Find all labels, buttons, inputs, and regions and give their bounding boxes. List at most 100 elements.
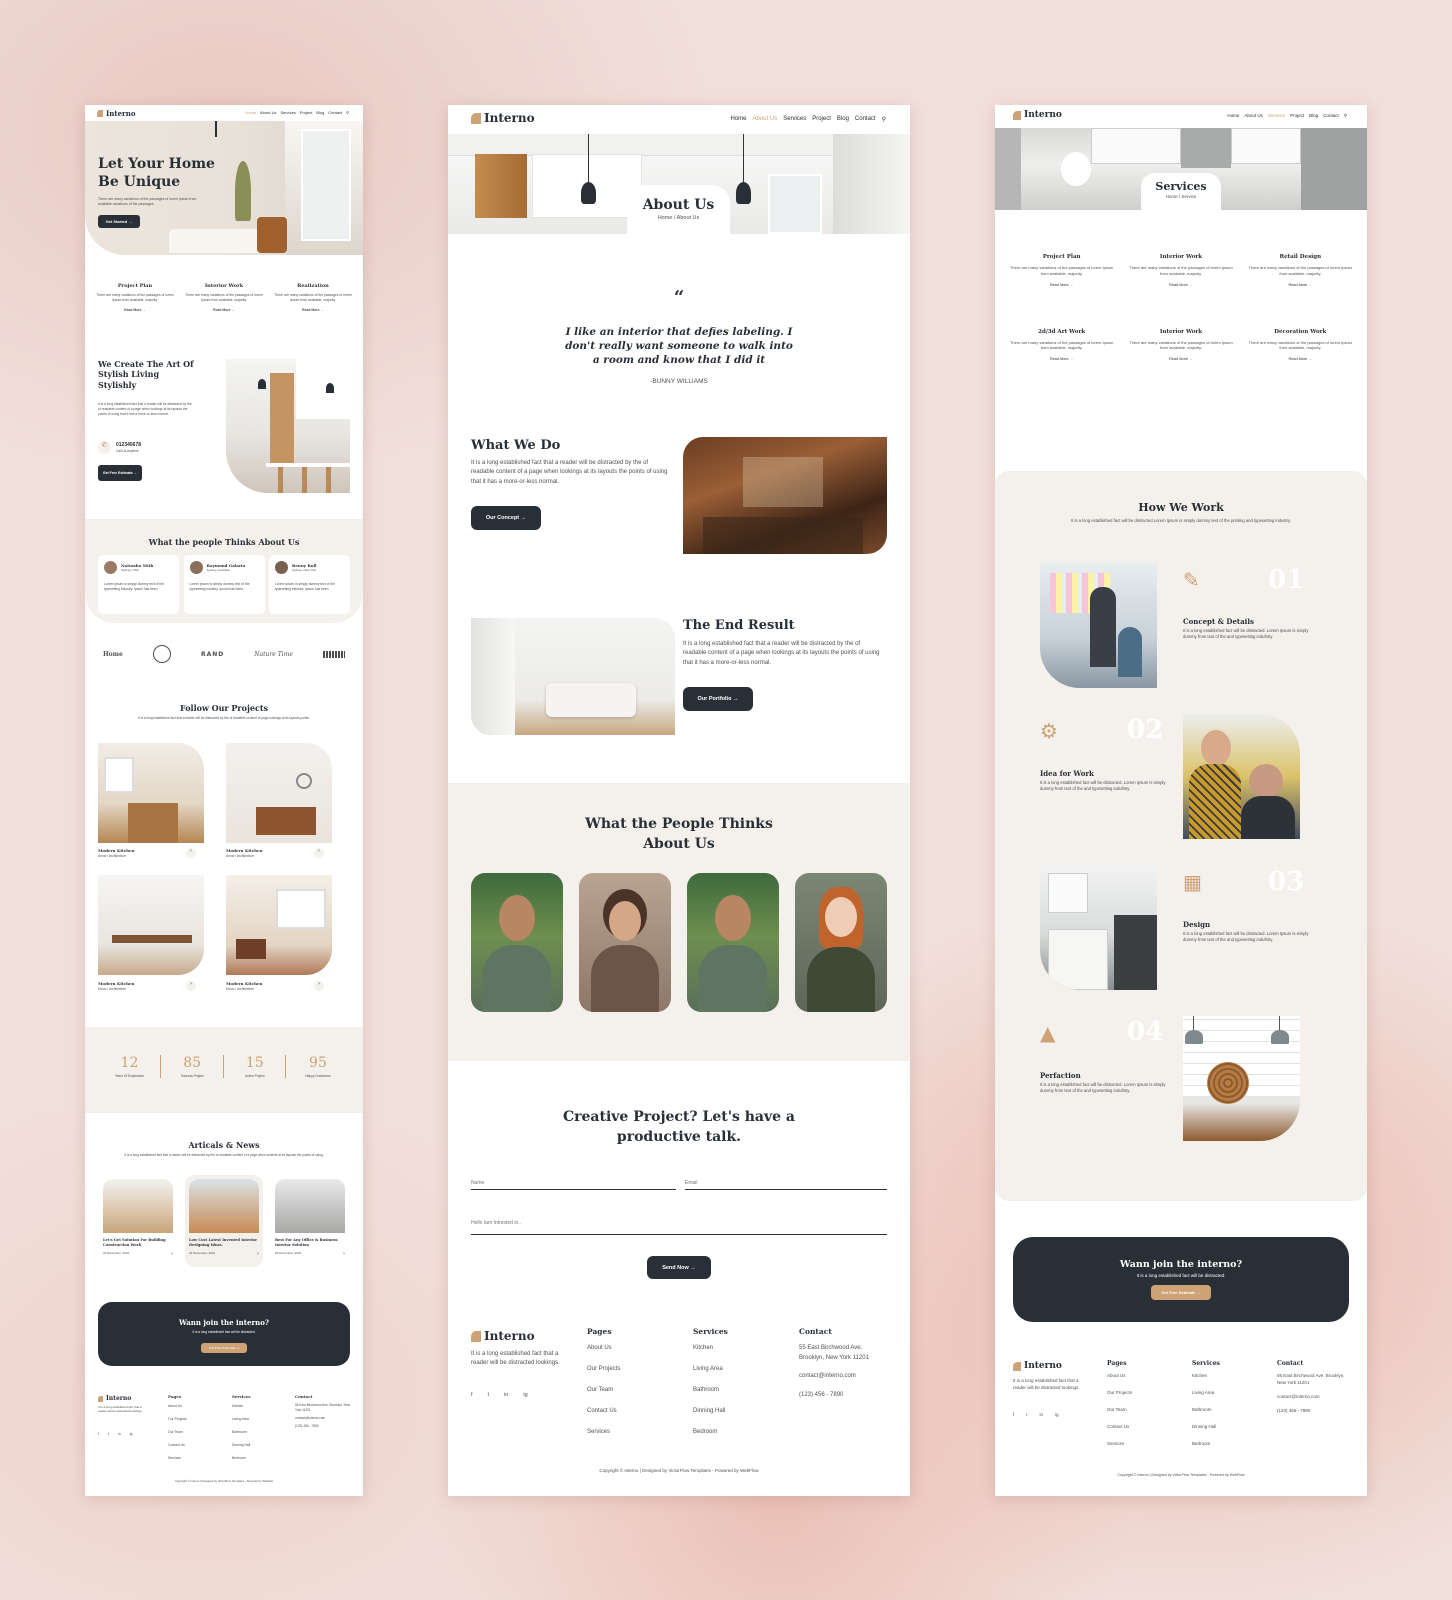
footer-link[interactable]: Our Team	[587, 1380, 620, 1401]
footer-email[interactable]: contact@interno.com	[799, 1372, 887, 1382]
read-more-link[interactable]: Read More →	[95, 308, 175, 312]
footer-link[interactable]: Services	[587, 1422, 620, 1443]
nav-project[interactable]: Project	[812, 116, 831, 123]
footer-link[interactable]: Bedroom	[1192, 1435, 1220, 1452]
team-photo[interactable]	[471, 873, 563, 1012]
footer-link[interactable]: Services	[1107, 1435, 1132, 1452]
twitter-icon[interactable]: t	[1026, 1412, 1027, 1417]
read-more-link[interactable]: Read More →	[1128, 283, 1233, 287]
project-arrow-button[interactable]: ›	[186, 981, 196, 991]
name-field[interactable]	[471, 1176, 676, 1190]
footer-link[interactable]: Bathroom	[232, 1426, 251, 1439]
project-arrow-button[interactable]: ›	[186, 848, 196, 858]
nav-home[interactable]: Home	[1227, 113, 1239, 119]
footer-link[interactable]: Bedroom	[693, 1422, 728, 1443]
footer-logo[interactable]: Interno	[98, 1395, 131, 1402]
footer-link[interactable]: Our Team	[1107, 1401, 1132, 1418]
read-more-link[interactable]: Read More →	[1009, 357, 1114, 361]
footer-link[interactable]: Our Projects	[587, 1359, 620, 1380]
arrow-right-icon[interactable]: ›	[171, 1251, 173, 1257]
read-more-link[interactable]: Read More →	[1248, 283, 1353, 287]
read-more-link[interactable]: Read More →	[184, 308, 264, 312]
footer-link[interactable]: Dinning Hall	[232, 1439, 251, 1452]
nav-services[interactable]: Services	[1268, 113, 1285, 119]
project-image[interactable]	[98, 875, 204, 975]
footer-logo[interactable]: Interno	[471, 1329, 535, 1343]
footer-link[interactable]: Kitchen	[1192, 1367, 1220, 1384]
nav-services[interactable]: Services	[280, 110, 295, 115]
footer-link[interactable]: Bedroom	[232, 1452, 251, 1465]
footer-link[interactable]: Kitchen	[693, 1338, 728, 1359]
nav-home[interactable]: Home	[730, 116, 746, 123]
nav-about[interactable]: About Us	[260, 110, 276, 115]
nav-contact[interactable]: Contact	[855, 116, 876, 123]
read-more-link[interactable]: Read More →	[1009, 283, 1114, 287]
search-icon[interactable]: ⚲	[882, 116, 886, 123]
send-now-button[interactable]: Send Now →	[647, 1256, 711, 1279]
nav-services[interactable]: Services	[783, 116, 806, 123]
message-field[interactable]	[471, 1211, 887, 1235]
footer-email[interactable]: contact@interno.com	[295, 1416, 351, 1421]
brand-logo[interactable]: Interno	[1013, 110, 1062, 120]
project-arrow-button[interactable]: ›	[314, 981, 324, 991]
footer-link[interactable]: Living Area	[693, 1359, 728, 1380]
arrow-right-icon[interactable]: ›	[257, 1251, 259, 1257]
footer-link[interactable]: Dinning Hall	[693, 1401, 728, 1422]
linkedin-icon[interactable]: in	[1040, 1412, 1044, 1417]
arrow-right-icon[interactable]: ›	[343, 1251, 345, 1257]
linkedin-icon[interactable]: in	[504, 1392, 508, 1398]
team-photo[interactable]	[795, 873, 887, 1012]
footer-link[interactable]: Kitchen	[232, 1400, 251, 1413]
project-image[interactable]	[98, 743, 204, 843]
nav-home[interactable]: Home	[245, 110, 256, 115]
footer-phone[interactable]: (123) 456 - 7890	[1277, 1408, 1351, 1415]
brand-logo[interactable]: Interno	[471, 111, 535, 125]
footer-link[interactable]: About Us	[168, 1400, 187, 1413]
nav-contact[interactable]: Contact	[328, 110, 342, 115]
nav-about[interactable]: About Us	[753, 116, 778, 123]
facebook-icon[interactable]: f	[1013, 1412, 1014, 1417]
nav-about[interactable]: About Us	[1244, 113, 1263, 119]
brand-logo[interactable]: Interno	[97, 109, 136, 118]
nav-project[interactable]: Project	[1290, 113, 1304, 119]
instagram-icon[interactable]: ig	[523, 1392, 527, 1398]
footer-phone[interactable]: (123) 456 - 7890	[295, 1424, 351, 1429]
facebook-icon[interactable]: f	[98, 1432, 99, 1436]
footer-link[interactable]: Bathroom	[1192, 1401, 1220, 1418]
facebook-icon[interactable]: f	[471, 1392, 473, 1398]
footer-link[interactable]: Living Area	[232, 1413, 251, 1426]
footer-link[interactable]: Contact Us	[168, 1439, 187, 1452]
instagram-icon[interactable]: ig	[130, 1432, 133, 1436]
get-started-button[interactable]: Get Started →	[98, 215, 140, 228]
footer-link[interactable]: Our Team	[168, 1426, 187, 1439]
footer-link[interactable]: Our Projects	[1107, 1384, 1132, 1401]
news-card[interactable]: Low Cost Latest Invented Interior Design…	[185, 1175, 263, 1267]
free-estimate-button[interactable]: Get Free Estimate →	[98, 465, 142, 481]
footer-link[interactable]: Services	[168, 1452, 187, 1465]
footer-link[interactable]: Dinning Hall	[1192, 1418, 1220, 1435]
team-photo[interactable]	[687, 873, 779, 1012]
twitter-icon[interactable]: t	[488, 1392, 490, 1398]
nav-blog[interactable]: Blog	[316, 110, 324, 115]
nav-blog[interactable]: Blog	[837, 116, 849, 123]
footer-link[interactable]: Contact Us	[587, 1401, 620, 1422]
search-icon[interactable]: ⚲	[1344, 113, 1347, 119]
email-field[interactable]	[685, 1176, 887, 1190]
nav-contact[interactable]: Contact	[1323, 113, 1339, 119]
footer-link[interactable]: Bathroom	[693, 1380, 728, 1401]
read-more-link[interactable]: Read More →	[1248, 357, 1353, 361]
footer-link[interactable]: About Us	[1107, 1367, 1132, 1384]
search-icon[interactable]: ⚲	[346, 110, 349, 115]
footer-logo[interactable]: Interno	[1013, 1361, 1062, 1371]
our-portfolio-button[interactable]: Our Portfolio →	[683, 687, 753, 711]
cta-button[interactable]: Get Free Estimate →	[1151, 1285, 1211, 1300]
read-more-link[interactable]: Read More →	[273, 308, 353, 312]
news-card[interactable]: Let's Get Solution For Building Construc…	[99, 1175, 177, 1267]
nav-blog[interactable]: Blog	[1309, 113, 1318, 119]
cta-button[interactable]: Get Free Estimate →	[200, 1343, 248, 1353]
project-arrow-button[interactable]: ›	[314, 848, 324, 858]
project-image[interactable]	[226, 875, 332, 975]
footer-link[interactable]: Our Projects	[168, 1413, 187, 1426]
read-more-link[interactable]: Read More →	[1128, 357, 1233, 361]
phone-number[interactable]: 012345678	[116, 442, 141, 448]
